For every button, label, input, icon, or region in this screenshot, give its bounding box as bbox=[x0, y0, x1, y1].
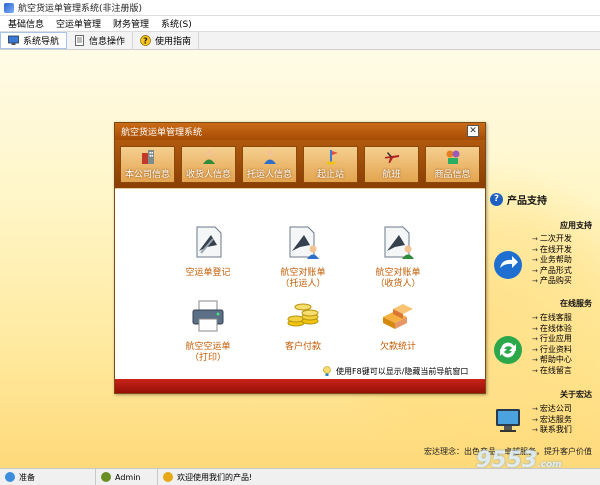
document-arrow-icon bbox=[196, 226, 222, 258]
nav-flights-button[interactable]: 航班 bbox=[364, 145, 419, 183]
tab-info-operation-label: 信息操作 bbox=[89, 37, 126, 47]
status-user: Admin bbox=[96, 469, 158, 485]
person-icon bbox=[263, 149, 276, 164]
nav-consignee-info-label: 收货人信息 bbox=[185, 169, 231, 180]
airwaybill-print-button[interactable]: 航空空运单 （打印） bbox=[163, 297, 253, 364]
section-heading-app-support: 应用支持 bbox=[560, 221, 592, 230]
shipper-statement-label: 航空对账单 bbox=[280, 268, 326, 278]
coins-icon bbox=[287, 303, 319, 327]
link-online-support[interactable]: 在线客服 bbox=[532, 313, 572, 324]
link-industry-docs[interactable]: 行业资料 bbox=[532, 345, 572, 356]
app-support-list: 二次开发 在线开发 业务帮助 产品形式 产品购买 bbox=[532, 234, 572, 287]
menu-basic-info[interactable]: 基础信息 bbox=[2, 17, 50, 30]
link-business-help[interactable]: 业务帮助 bbox=[532, 255, 572, 266]
nav-shipper-info-button[interactable]: 托运人信息 bbox=[242, 145, 297, 183]
status-message: 欢迎使用我们的产品! bbox=[158, 469, 600, 485]
link-online-dev[interactable]: 在线开发 bbox=[532, 245, 572, 256]
menu-airwaybill[interactable]: 空运单管理 bbox=[50, 17, 107, 30]
close-icon[interactable]: ✕ bbox=[467, 125, 479, 137]
document-person-icon bbox=[384, 226, 414, 259]
online-service-list: 在线客服 在线体验 行业应用 行业资料 帮助中心 在线留言 bbox=[532, 313, 572, 376]
menu-bar: 基础信息 空运单管理 财务管理 系统(S) bbox=[0, 16, 600, 31]
nav-goods-info-button[interactable]: 商品信息 bbox=[425, 145, 480, 183]
menu-finance[interactable]: 财务管理 bbox=[107, 17, 155, 30]
shipper-statement-button[interactable]: 航空对账单 （托运人） bbox=[258, 223, 348, 290]
dialog-title: 航空货运单管理系统 bbox=[121, 128, 203, 138]
dialog-footer-bar bbox=[115, 379, 485, 393]
dialog-nav-bar: 本公司信息 收货人信息 托运人信息 起止站 航班 商品信息 bbox=[115, 140, 485, 188]
title-bar: 航空货运单管理系统(非注册版) bbox=[0, 0, 600, 16]
document-person-icon bbox=[289, 226, 319, 259]
tab-system-navigation[interactable]: 系统导航 bbox=[0, 32, 68, 49]
consignee-statement-label: 航空对账单 bbox=[375, 268, 421, 278]
link-help-center[interactable]: 帮助中心 bbox=[532, 355, 572, 366]
section-heading-online-service: 在线服务 bbox=[560, 299, 592, 308]
about-list: 宏达公司 宏达服务 联系我们 bbox=[532, 404, 572, 436]
airwaybill-register-button[interactable]: 空运单登记 bbox=[163, 223, 253, 279]
nav-goods-info-label: 商品信息 bbox=[434, 169, 471, 180]
computer-icon bbox=[496, 409, 520, 432]
nav-company-info-label: 本公司信息 bbox=[124, 169, 170, 180]
link-product-form[interactable]: 产品形式 bbox=[532, 266, 572, 277]
app-icon bbox=[4, 2, 14, 13]
monitor-icon bbox=[8, 35, 19, 46]
help-icon: ? bbox=[140, 35, 151, 46]
link-product-purchase[interactable]: 产品购买 bbox=[532, 276, 572, 287]
toolbar: 系统导航 信息操作 ? 使用指南 bbox=[0, 31, 600, 50]
customer-payment-label: 客户付款 bbox=[284, 342, 321, 352]
section-heading-about: 关于宏达 bbox=[560, 390, 592, 399]
product-support-title: ? 产品支持 bbox=[490, 192, 547, 207]
menu-system[interactable]: 系统(S) bbox=[155, 17, 198, 30]
station-icon bbox=[325, 149, 338, 164]
goods-icon bbox=[446, 150, 459, 164]
debt-statistics-button[interactable]: 欠款统计 bbox=[353, 297, 443, 353]
navigation-dialog: 航空货运单管理系统 ✕ 本公司信息 收货人信息 托运人信息 起止站 航班 商品信… bbox=[114, 122, 486, 394]
nav-consignee-info-button[interactable]: 收货人信息 bbox=[181, 145, 236, 183]
debt-statistics-label: 欠款统计 bbox=[379, 342, 416, 352]
document-icon bbox=[74, 35, 85, 46]
bulb-icon bbox=[323, 366, 331, 376]
dialog-body: 空运单登记 航空对账单 （托运人） 航空对账单 （收货人） 航空空运单 （打印）… bbox=[115, 188, 485, 368]
f8-hint: 使用F8键可以显示/隐藏当前导航窗口 bbox=[321, 365, 468, 377]
link-company[interactable]: 宏达公司 bbox=[532, 404, 572, 415]
status-bar: 准备 Admin 欢迎使用我们的产品! bbox=[0, 468, 600, 485]
link-industry-apps[interactable]: 行业应用 bbox=[532, 334, 572, 345]
person-icon bbox=[202, 149, 215, 164]
building-icon bbox=[141, 149, 154, 164]
tab-user-guide-label: 使用指南 bbox=[155, 37, 192, 47]
product-support-panel: ? 产品支持 应用支持 二次开发 在线开发 业务帮助 产品形式 产品购买 在线服… bbox=[490, 192, 598, 452]
nav-stations-button[interactable]: 起止站 bbox=[303, 145, 358, 183]
smile-icon bbox=[163, 472, 173, 482]
consignee-statement-button[interactable]: 航空对账单 （收货人） bbox=[353, 223, 443, 290]
f8-hint-text: 使用F8键可以显示/隐藏当前导航窗口 bbox=[336, 366, 469, 376]
tab-info-operation[interactable]: 信息操作 bbox=[67, 32, 134, 49]
link-online-message[interactable]: 在线留言 bbox=[532, 366, 572, 377]
airplane-icon bbox=[384, 151, 399, 163]
nav-stations-label: 起止站 bbox=[316, 169, 344, 180]
airwaybill-register-label: 空运单登记 bbox=[185, 268, 231, 278]
refresh-icon bbox=[494, 336, 522, 364]
airwaybill-print-label: 航空空运单 bbox=[185, 342, 231, 352]
user-icon bbox=[101, 472, 111, 482]
dialog-title-bar: 航空货运单管理系统 ✕ bbox=[115, 123, 485, 140]
link-services[interactable]: 宏达服务 bbox=[532, 415, 572, 426]
customer-payment-button[interactable]: 客户付款 bbox=[258, 297, 348, 353]
nav-shipper-info-label: 托运人信息 bbox=[246, 169, 292, 180]
link-secondary-dev[interactable]: 二次开发 bbox=[532, 234, 572, 245]
nav-company-info-button[interactable]: 本公司信息 bbox=[120, 145, 175, 183]
status-ready: 准备 bbox=[0, 469, 96, 485]
question-icon: ? bbox=[490, 193, 503, 206]
window-title: 航空货运单管理系统(非注册版) bbox=[18, 4, 143, 14]
nav-flights-label: 航班 bbox=[382, 169, 401, 180]
blocks-icon bbox=[383, 304, 413, 329]
printer-icon bbox=[192, 300, 224, 332]
link-online-trial[interactable]: 在线体验 bbox=[532, 324, 572, 335]
tab-user-guide[interactable]: ? 使用指南 bbox=[133, 32, 200, 49]
link-contact[interactable]: 联系我们 bbox=[532, 425, 572, 436]
info-icon bbox=[5, 472, 15, 482]
arrow-forward-icon bbox=[494, 251, 522, 279]
svg-text:?: ? bbox=[143, 36, 148, 45]
tab-system-navigation-label: 系统导航 bbox=[23, 37, 60, 47]
